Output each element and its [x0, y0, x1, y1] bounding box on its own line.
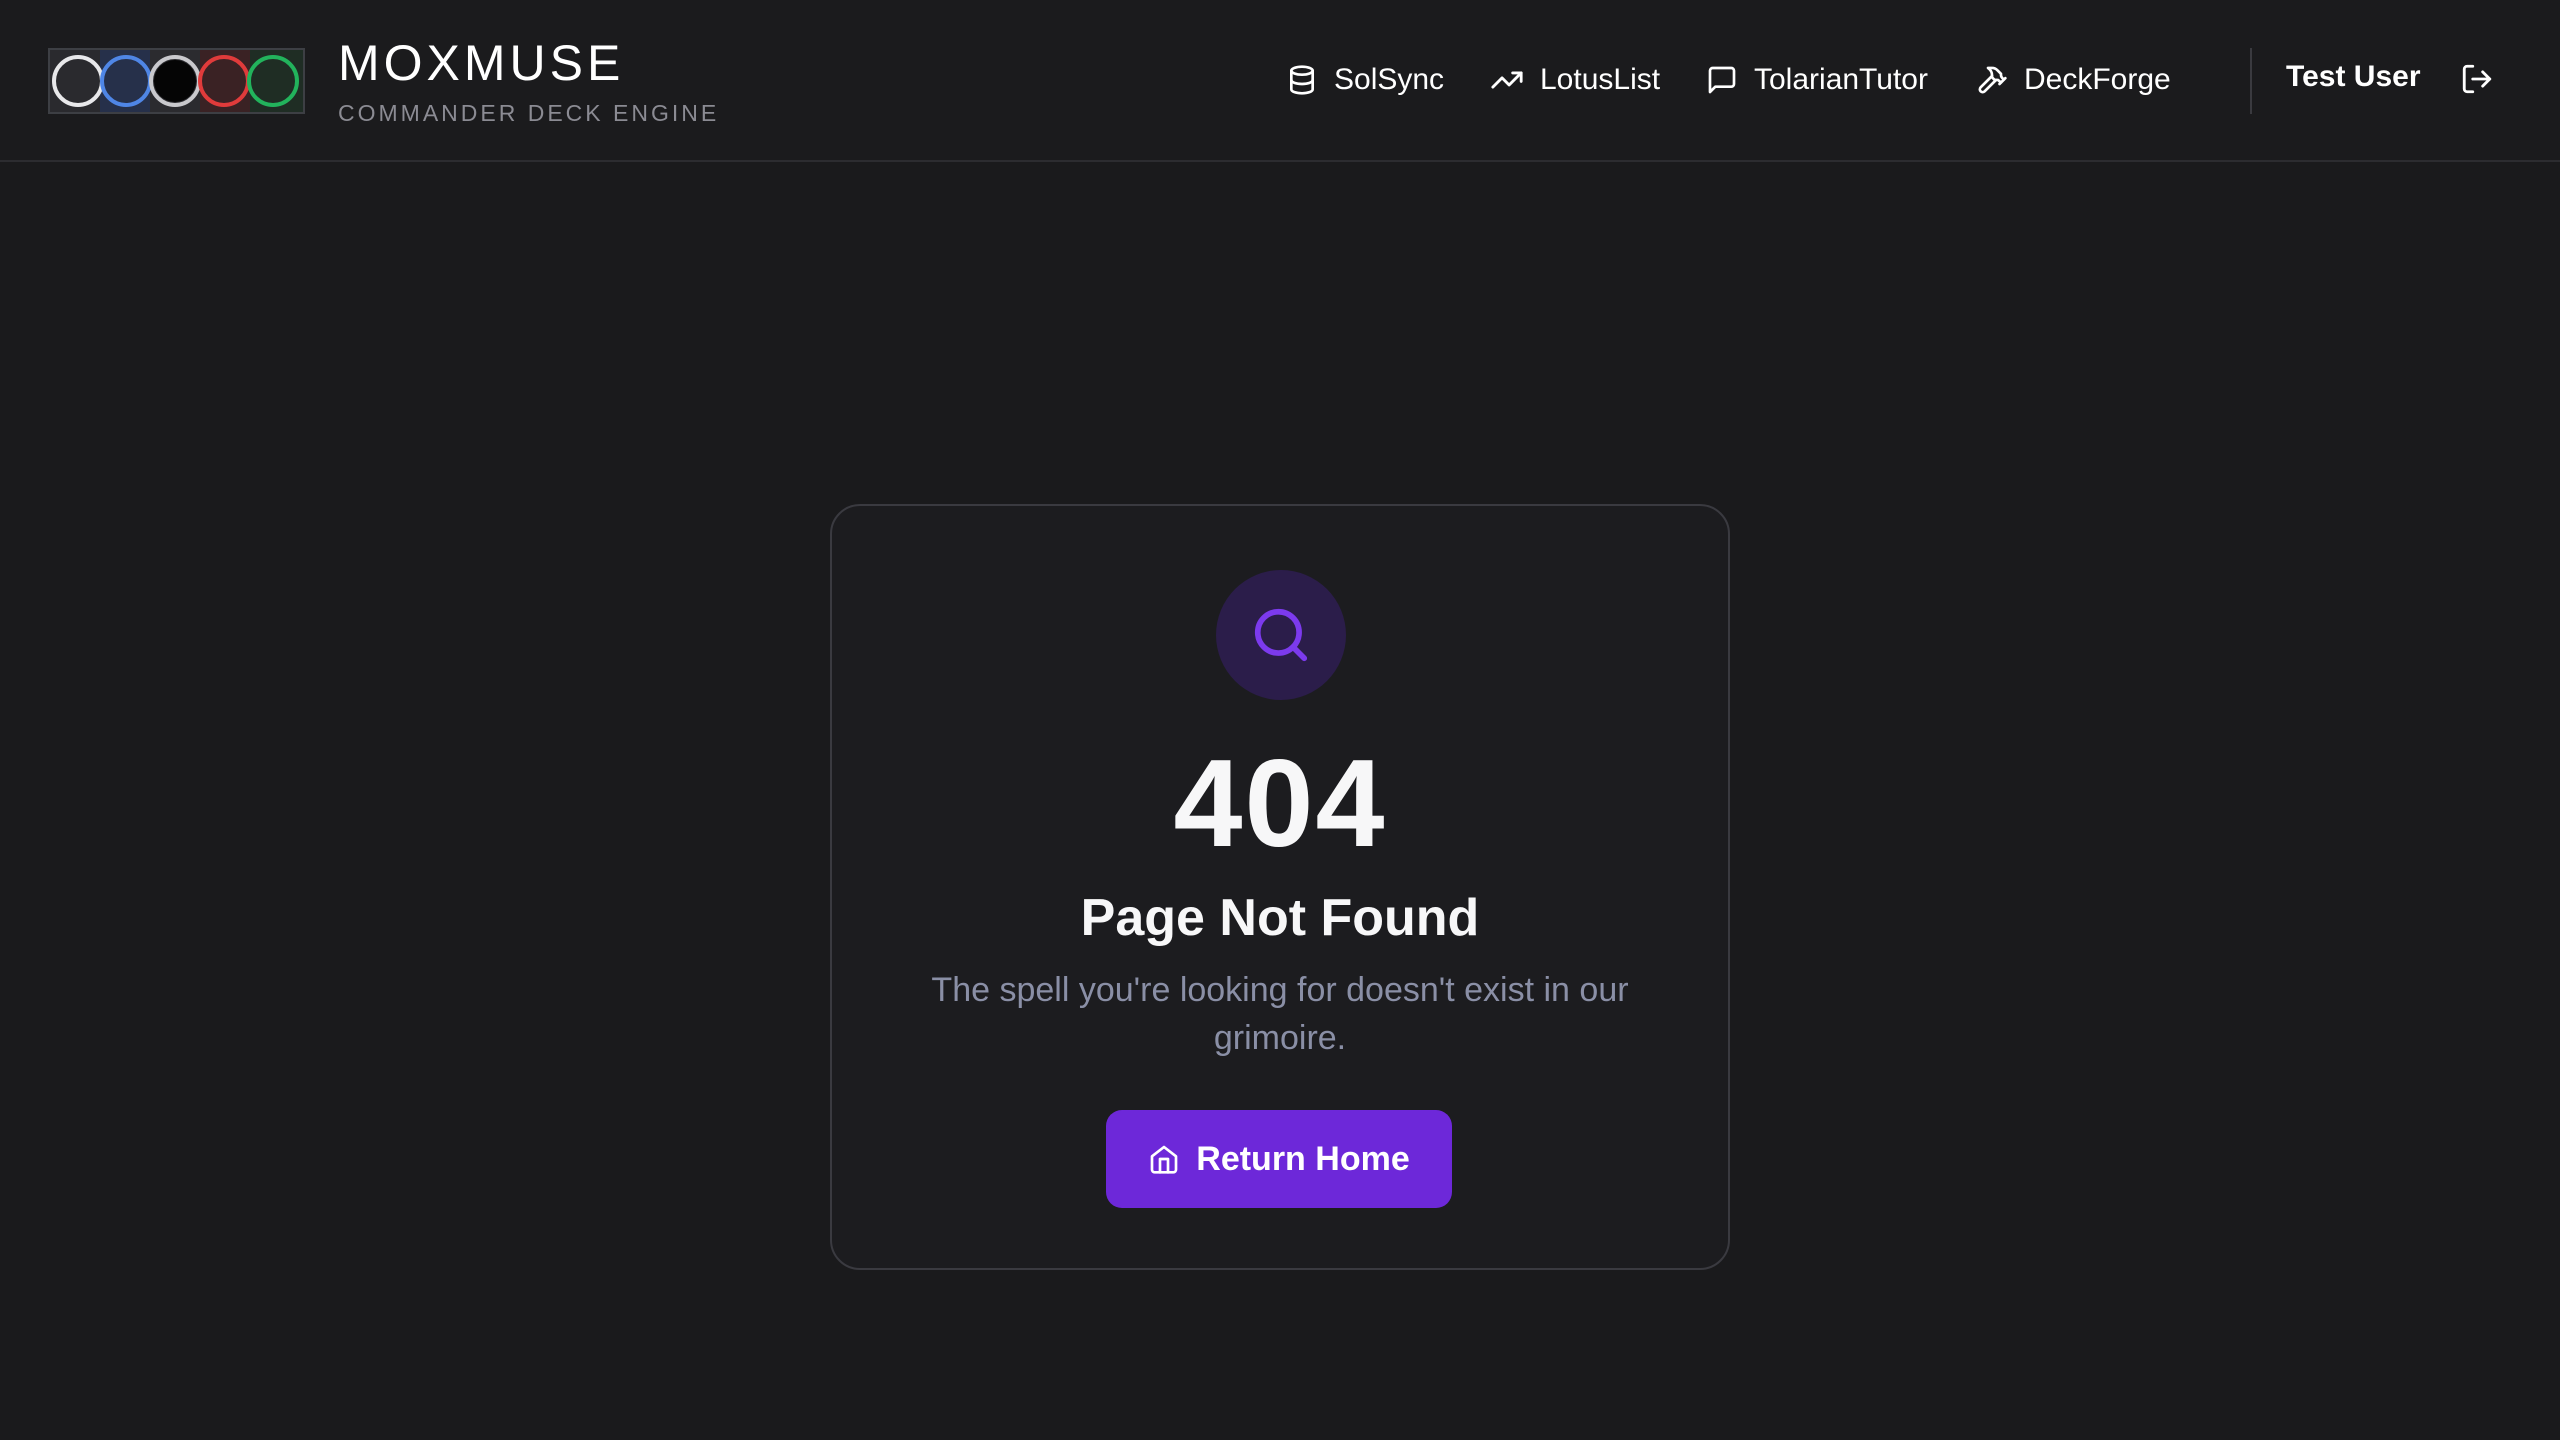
nav-lotuslist[interactable]: LotusList — [1490, 56, 1660, 104]
home-icon — [1150, 1145, 1178, 1174]
nav-solsync-label: SolSync — [1334, 63, 1445, 96]
hammer-icon — [1978, 66, 2007, 94]
brand-logo[interactable] — [48, 48, 305, 114]
return-home-label: Return Home — [1196, 1139, 1410, 1178]
top-header: MOXMUSE COMMANDER DECK ENGINE SolSync Lo… — [0, 0, 2560, 162]
log-out-icon — [2462, 64, 2492, 94]
error-code: 404 — [1173, 735, 1387, 873]
header-divider — [2250, 48, 2252, 114]
nav-deckforge-label: DeckForge — [2024, 63, 2171, 96]
trending-up-icon — [1491, 71, 1523, 89]
search-icon-badge — [1216, 570, 1346, 700]
message-square-icon — [1708, 66, 1736, 94]
brand-subtitle: COMMANDER DECK ENGINE — [338, 100, 720, 126]
mana-circles-icon — [50, 50, 303, 112]
brand-title: MOXMUSE — [338, 35, 625, 91]
search-icon — [1254, 608, 1308, 662]
nav-tolariantutor[interactable]: TolarianTutor — [1706, 56, 1928, 104]
error-message: The spell you're looking for doesn't exi… — [931, 971, 1629, 1057]
not-found-card: 404 Page Not Found The spell you're look… — [830, 504, 1730, 1270]
return-home-button[interactable]: Return Home — [1106, 1110, 1452, 1208]
nav-lotuslist-label: LotusList — [1540, 63, 1661, 96]
user-name[interactable]: Test User — [2286, 60, 2421, 94]
nav-solsync[interactable]: SolSync — [1286, 56, 1444, 104]
error-title: Page Not Found — [1080, 889, 1480, 947]
logout-button[interactable] — [2460, 62, 2496, 98]
database-icon — [1290, 65, 1314, 95]
nav-deckforge[interactable]: DeckForge — [1976, 56, 2171, 104]
nav-tolariantutor-label: TolarianTutor — [1754, 63, 1928, 96]
